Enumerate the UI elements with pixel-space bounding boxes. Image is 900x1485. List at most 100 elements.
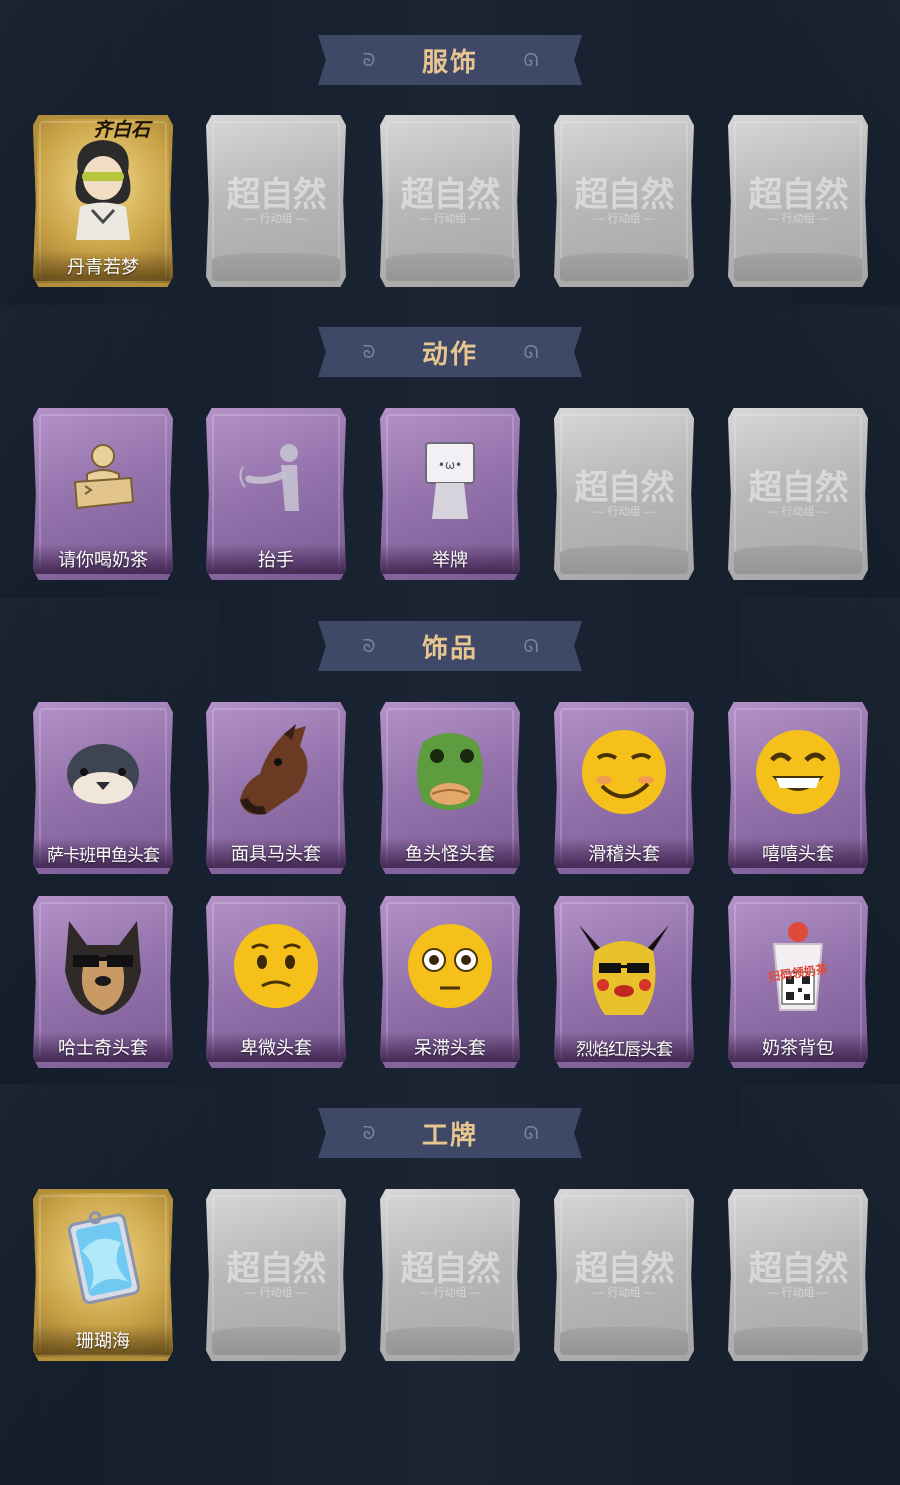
section-title: 动作 <box>421 339 478 370</box>
section-title: 饰品 <box>421 633 478 664</box>
item-name: 抬手 <box>258 550 294 571</box>
item-name: 珊瑚海 <box>76 1331 130 1352</box>
swirl-left-icon: ᘐ <box>362 342 376 362</box>
husky-mask-icon <box>65 921 141 1015</box>
card-bottom-strip <box>560 546 688 574</box>
card-label-bar: 烈焰红唇头套 <box>554 1032 694 1062</box>
section-header-badges: ᘐ 工牌 ᘏ <box>318 1108 582 1158</box>
card-label-bar: 奶茶背包 <box>728 1032 868 1062</box>
watermark-title: 超自然 <box>748 1249 849 1289</box>
watermark-title: 超自然 <box>574 1249 675 1289</box>
svg-text:•ω•: •ω• <box>438 458 462 472</box>
locked-card: 超自然 — 行动组 — <box>206 115 346 287</box>
swirl-right-icon: ᘏ <box>523 50 539 70</box>
watermark-subtitle: — 行动组 — <box>593 506 655 518</box>
card-bottom-strip <box>734 1327 862 1355</box>
item-card-danqing[interactable]: 齐白石 丹青若梦 <box>33 115 173 287</box>
smirk-emoji-mask-icon <box>582 730 666 814</box>
section-title: 工牌 <box>421 1120 478 1151</box>
card-label-bar: 珊瑚海 <box>33 1325 173 1355</box>
item-card-horse-mask[interactable]: 面具马头套 <box>206 702 346 874</box>
item-card-grin-mask[interactable]: 嘻嘻头套 <box>728 702 868 874</box>
raise-hand-pose-icon <box>239 444 299 511</box>
locked-card: 超自然 — 行动组 — <box>554 1189 694 1361</box>
watermark-title: 超自然 <box>226 1249 327 1289</box>
item-name: 奶茶背包 <box>762 1038 834 1059</box>
watermark-subtitle: — 行动组 — <box>767 213 829 225</box>
grin-emoji-mask-icon <box>756 730 840 814</box>
watermark-title: 超自然 <box>748 175 849 215</box>
item-card-coral-sea[interactable]: 珊瑚海 <box>33 1189 173 1361</box>
card-bottom-strip <box>212 1327 340 1355</box>
item-name: 嘻嘻头套 <box>762 844 834 865</box>
section-header-clothing: ᘐ 服饰 ᘏ <box>318 35 582 85</box>
green-fish-mask-icon <box>417 733 483 810</box>
pikachu-mask-icon <box>579 925 669 1015</box>
item-name: 萨卡班甲鱼头套 <box>47 845 160 866</box>
card-label-bar: 嘻嘻头套 <box>728 838 868 868</box>
horse-head-mask-icon <box>240 724 308 815</box>
item-name: 烈焰红唇头套 <box>576 1039 673 1060</box>
card-label-bar: 滑稽头套 <box>554 838 694 868</box>
item-card-husky-mask[interactable]: 哈士奇头套 <box>33 896 173 1068</box>
item-card-hold-sign[interactable]: •ω• 举牌 <box>380 408 520 580</box>
item-name: 哈士奇头套 <box>58 1038 148 1059</box>
item-card-smirk-mask[interactable]: 滑稽头套 <box>554 702 694 874</box>
swirl-left-icon: ᘐ <box>362 636 376 656</box>
item-card-red-lips-mask[interactable]: 烈焰红唇头套 <box>554 896 694 1068</box>
watermark-subtitle: — 行动组 — <box>245 213 307 225</box>
item-name: 举牌 <box>432 550 468 571</box>
pleading-emoji-mask-icon <box>234 924 318 1008</box>
item-name: 滑稽头套 <box>588 844 660 865</box>
item-card-fishhead-monster[interactable]: 鱼头怪头套 <box>380 702 520 874</box>
card-bottom-strip <box>734 546 862 574</box>
offer-sign-pose-icon <box>73 444 135 510</box>
item-card-dazed-mask[interactable]: 呆滞头套 <box>380 896 520 1068</box>
watermark-subtitle: — 行动组 — <box>419 1287 481 1299</box>
item-name: 面具马头套 <box>231 844 321 865</box>
locked-card: 超自然 — 行动组 — <box>728 1189 868 1361</box>
card-label-bar: 举牌 <box>380 544 520 574</box>
card-bottom-strip <box>560 1327 688 1355</box>
card-bottom-strip <box>734 253 862 281</box>
locked-card: 超自然 — 行动组 — <box>380 1189 520 1361</box>
item-name: 请你喝奶茶 <box>58 550 148 571</box>
card-bottom-strip <box>560 253 688 281</box>
card-label-bar: 呆滞头套 <box>380 1032 520 1062</box>
locked-card: 超自然 — 行动组 — <box>728 408 868 580</box>
card-label-bar: 抬手 <box>206 544 346 574</box>
card-label-bar: 鱼头怪头套 <box>380 838 520 868</box>
watermark-subtitle: — 行动组 — <box>767 1287 829 1299</box>
watermark-subtitle: — 行动组 — <box>419 213 481 225</box>
item-card-raise-hand[interactable]: 抬手 <box>206 408 346 580</box>
swirl-left-icon: ᘐ <box>362 1123 376 1143</box>
locked-card: 超自然 — 行动组 — <box>206 1189 346 1361</box>
dazed-emoji-mask-icon <box>408 924 492 1008</box>
fish-head-mask-icon <box>67 744 139 804</box>
section-header-actions: ᘐ 动作 ᘏ <box>318 327 582 377</box>
watermark-title: 超自然 <box>748 468 849 508</box>
watermark-title: 超自然 <box>574 468 675 508</box>
card-label-bar: 请你喝奶茶 <box>33 544 173 574</box>
watermark-subtitle: — 行动组 — <box>593 213 655 225</box>
item-name: 卑微头套 <box>240 1038 312 1059</box>
watermark-title: 超自然 <box>226 175 327 215</box>
watermark-subtitle: — 行动组 — <box>767 506 829 518</box>
item-name: 呆滞头套 <box>414 1038 486 1059</box>
locked-card: 超自然 — 行动组 — <box>380 115 520 287</box>
watermark-subtitle: — 行动组 — <box>245 1287 307 1299</box>
watermark-subtitle: — 行动组 — <box>593 1287 655 1299</box>
coral-badge-icon <box>67 1211 141 1305</box>
item-name: 丹青若梦 <box>67 257 139 278</box>
locked-card: 超自然 — 行动组 — <box>728 115 868 287</box>
watermark-title: 超自然 <box>400 175 501 215</box>
card-label-bar: 卑微头套 <box>206 1032 346 1062</box>
swirl-right-icon: ᘏ <box>523 636 539 656</box>
item-card-fish-mask[interactable]: 萨卡班甲鱼头套 <box>33 702 173 874</box>
swirl-left-icon: ᘐ <box>362 50 376 70</box>
item-card-offer-tea[interactable]: 请你喝奶茶 <box>33 408 173 580</box>
item-card-tea-backpack[interactable]: 扫码领奶茶 奶茶背包 <box>728 896 868 1068</box>
item-card-pleading-mask[interactable]: 卑微头套 <box>206 896 346 1068</box>
card-label-bar: 丹青若梦 <box>33 251 173 281</box>
card-bottom-strip <box>386 253 514 281</box>
